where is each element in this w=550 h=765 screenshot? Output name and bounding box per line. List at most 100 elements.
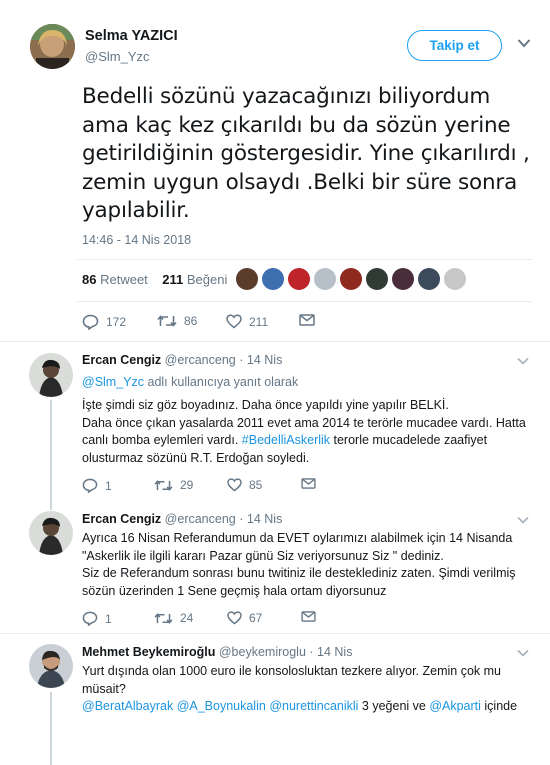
retweet-count: 24 [180, 611, 194, 625]
reply-avatar[interactable] [29, 644, 73, 688]
likers-avatars [236, 268, 466, 292]
reply-header: Mehmet Beykemiroğlu @beykemiroglu · 14 N… [82, 645, 352, 659]
reply-count: 1 [105, 478, 112, 493]
divider [77, 259, 532, 260]
author-handle[interactable]: @Slm_Yzc [85, 49, 150, 64]
reply-icon [82, 314, 99, 330]
liker-avatar[interactable] [314, 268, 336, 290]
reply-icon [82, 478, 98, 493]
chevron-down-icon[interactable] [517, 38, 531, 48]
reply-button[interactable]: 1 [82, 478, 112, 493]
divider [77, 301, 532, 302]
reply-date[interactable]: 14 Nis [317, 645, 352, 659]
replying-to: @Slm_Yzc adlı kullanıcıya yanıt olarak [82, 375, 298, 389]
envelope-icon [301, 478, 316, 489]
like-button[interactable]: 211 [226, 314, 268, 329]
liker-avatar[interactable] [288, 268, 310, 290]
reply-count: 1 [105, 611, 112, 626]
reply-date[interactable]: 14 Nis [247, 353, 282, 367]
retweet-label[interactable]: Retweet [100, 272, 148, 287]
reply-button[interactable]: 172 [82, 314, 126, 330]
follow-button[interactable]: Takip et [407, 30, 502, 61]
reply-avatar[interactable] [29, 353, 73, 397]
liker-avatar[interactable] [262, 268, 284, 290]
reply-text: Ayrıca 16 Nisan Referandumun da EVET oyl… [82, 530, 532, 600]
reply-line: İşte şimdi siz göz boyadınız. Daha önce … [82, 398, 449, 412]
reply-author-handle[interactable]: @ercanceng [165, 353, 236, 367]
retweet-count[interactable]: 86 [82, 272, 96, 287]
retweet-icon [154, 479, 173, 491]
retweet-button[interactable]: 24 [154, 611, 193, 625]
reply-author-handle[interactable]: @beykemiroglu [219, 645, 306, 659]
dm-button[interactable] [301, 611, 316, 622]
envelope-icon [301, 611, 316, 622]
dm-button[interactable] [299, 314, 315, 326]
reply-button[interactable]: 1 [82, 611, 112, 626]
like-action-count: 211 [249, 314, 269, 329]
retweet-count: 29 [180, 478, 194, 492]
reply-line: Yurt dışında olan 1000 euro ile konsolos… [82, 664, 501, 696]
reply-text: Yurt dışında olan 1000 euro ile konsolos… [82, 663, 532, 716]
tweet-timestamp[interactable]: 14:46 - 14 Nis 2018 [82, 233, 191, 247]
mention-link[interactable]: @nurettincanikli [269, 699, 358, 713]
heart-icon [227, 478, 242, 492]
dm-button[interactable] [301, 478, 316, 489]
replying-to-handle[interactable]: @Slm_Yzc [82, 375, 144, 389]
dot-separator: · [239, 512, 244, 526]
reply-line: Siz de Referandum sonrası bunu twitiniz … [82, 566, 516, 598]
liker-avatar[interactable] [418, 268, 440, 290]
reply-avatar[interactable] [29, 511, 73, 555]
hashtag-link[interactable]: #BedelliAskerlik [242, 433, 330, 447]
thread-line [50, 400, 52, 510]
reply-author-name[interactable]: Mehmet Beykemiroğlu [82, 645, 215, 659]
chevron-down-icon[interactable] [517, 649, 529, 657]
retweet-button[interactable]: 86 [157, 314, 197, 328]
mentions-line: @BeratAlbayrak @A_Boynukalin @nurettinca… [82, 698, 532, 716]
thread-line [50, 692, 52, 765]
retweet-button[interactable]: 29 [154, 478, 193, 492]
reply-tweet[interactable]: Mehmet Beykemiroğlu @beykemiroglu · 14 N… [0, 634, 550, 765]
liker-avatar[interactable] [236, 268, 258, 290]
tweet-text: Bedelli sözünü yazacağınızı biliyordum a… [82, 84, 530, 223]
reply-tweet[interactable]: Ercan Cengiz @ercanceng · 14 Nis Ayrıca … [0, 505, 550, 633]
tweet-stats: 86 Retweet 211 Beğeni [82, 272, 227, 287]
dot-separator: · [309, 645, 314, 659]
reply-line: Ayrıca 16 Nisan Referandumun da EVET oyl… [82, 531, 513, 563]
dot-separator: · [239, 353, 244, 367]
like-button[interactable]: 85 [227, 478, 262, 492]
mention-link[interactable]: @A_Boynukalin [177, 699, 266, 713]
reply-author-name[interactable]: Ercan Cengiz [82, 353, 161, 367]
author-name[interactable]: Selma YAZICI [85, 28, 178, 44]
retweet-icon [157, 315, 177, 327]
mentions-end: içinde [480, 699, 518, 713]
replying-to-text: adlı kullanıcıya yanıt olarak [144, 375, 299, 389]
liker-avatar[interactable] [444, 268, 466, 290]
like-button[interactable]: 67 [227, 611, 262, 625]
like-count: 85 [249, 478, 263, 492]
reply-icon [82, 611, 98, 626]
like-count[interactable]: 211 [162, 272, 183, 287]
liker-avatar[interactable] [340, 268, 362, 290]
liker-avatar[interactable] [366, 268, 388, 290]
mention-link[interactable]: @Akparti [429, 699, 481, 713]
author-avatar[interactable] [30, 24, 75, 69]
liker-avatar[interactable] [392, 268, 414, 290]
reply-count: 172 [106, 315, 127, 329]
mention-link[interactable]: @BeratAlbayrak [82, 699, 173, 713]
retweet-action-count: 86 [184, 314, 198, 328]
reply-header: Ercan Cengiz @ercanceng · 14 Nis [82, 512, 282, 526]
reply-header: Ercan Cengiz @ercanceng · 14 Nis [82, 353, 282, 367]
chevron-down-icon[interactable] [517, 516, 529, 524]
reply-date[interactable]: 14 Nis [247, 512, 282, 526]
reply-author-name[interactable]: Ercan Cengiz [82, 512, 161, 526]
like-label[interactable]: Beğeni [187, 272, 227, 287]
envelope-icon [299, 314, 315, 326]
retweet-icon [154, 612, 173, 624]
chevron-down-icon[interactable] [517, 357, 529, 365]
heart-icon [227, 611, 242, 625]
reply-tweet[interactable]: Ercan Cengiz @ercanceng · 14 Nis @Slm_Yz… [0, 342, 550, 510]
like-count: 67 [249, 611, 263, 625]
heart-icon [226, 314, 242, 329]
reply-author-handle[interactable]: @ercanceng [165, 512, 236, 526]
reply-text: İşte şimdi siz göz boyadınız. Daha önce … [82, 397, 532, 467]
